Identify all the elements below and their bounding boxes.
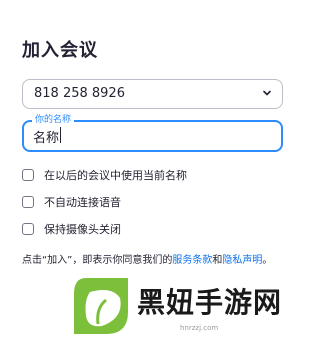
option-camera-off[interactable]: 保持摄像头关闭 xyxy=(22,222,121,236)
checkbox-no-audio[interactable] xyxy=(22,196,34,208)
meeting-id-value: 818 258 8926 xyxy=(34,86,125,101)
watermark-text: 黑妞手游网 xyxy=(137,286,283,319)
text-caret xyxy=(60,127,61,143)
checkbox-remember-name[interactable] xyxy=(22,169,34,181)
terms-middle: 和 xyxy=(212,255,223,266)
watermark-url: hnrzzj.com xyxy=(180,324,219,332)
option-no-audio[interactable]: 不自动连接语音 xyxy=(22,195,121,209)
name-input-label: 你的名称 xyxy=(32,114,75,126)
option-no-audio-label: 不自动连接语音 xyxy=(44,196,121,209)
name-input-value: 名称 xyxy=(33,131,60,146)
option-remember-name-label: 在以后的会议中使用当前名称 xyxy=(44,169,187,182)
chevron-down-icon[interactable] xyxy=(261,87,273,99)
terms-suffix: 。 xyxy=(262,255,273,266)
option-camera-off-label: 保持摄像头关闭 xyxy=(44,223,121,236)
watermark-logo-icon xyxy=(74,278,128,334)
meeting-id-select[interactable]: 818 258 8926 xyxy=(22,79,283,109)
privacy-statement-link[interactable]: 隐私声明 xyxy=(222,255,262,266)
terms-notice: 点击“加入”，即表示你同意我们的服务条款和隐私声明。 xyxy=(22,251,272,266)
dialog-title: 加入会议 xyxy=(22,40,98,61)
terms-of-service-link[interactable]: 服务条款 xyxy=(172,255,212,266)
checkbox-camera-off[interactable] xyxy=(22,223,34,235)
name-input[interactable]: 你的名称 名称 xyxy=(22,114,283,152)
option-remember-name[interactable]: 在以后的会议中使用当前名称 xyxy=(22,168,187,182)
terms-prefix: 点击“加入”，即表示你同意我们的 xyxy=(22,255,173,266)
